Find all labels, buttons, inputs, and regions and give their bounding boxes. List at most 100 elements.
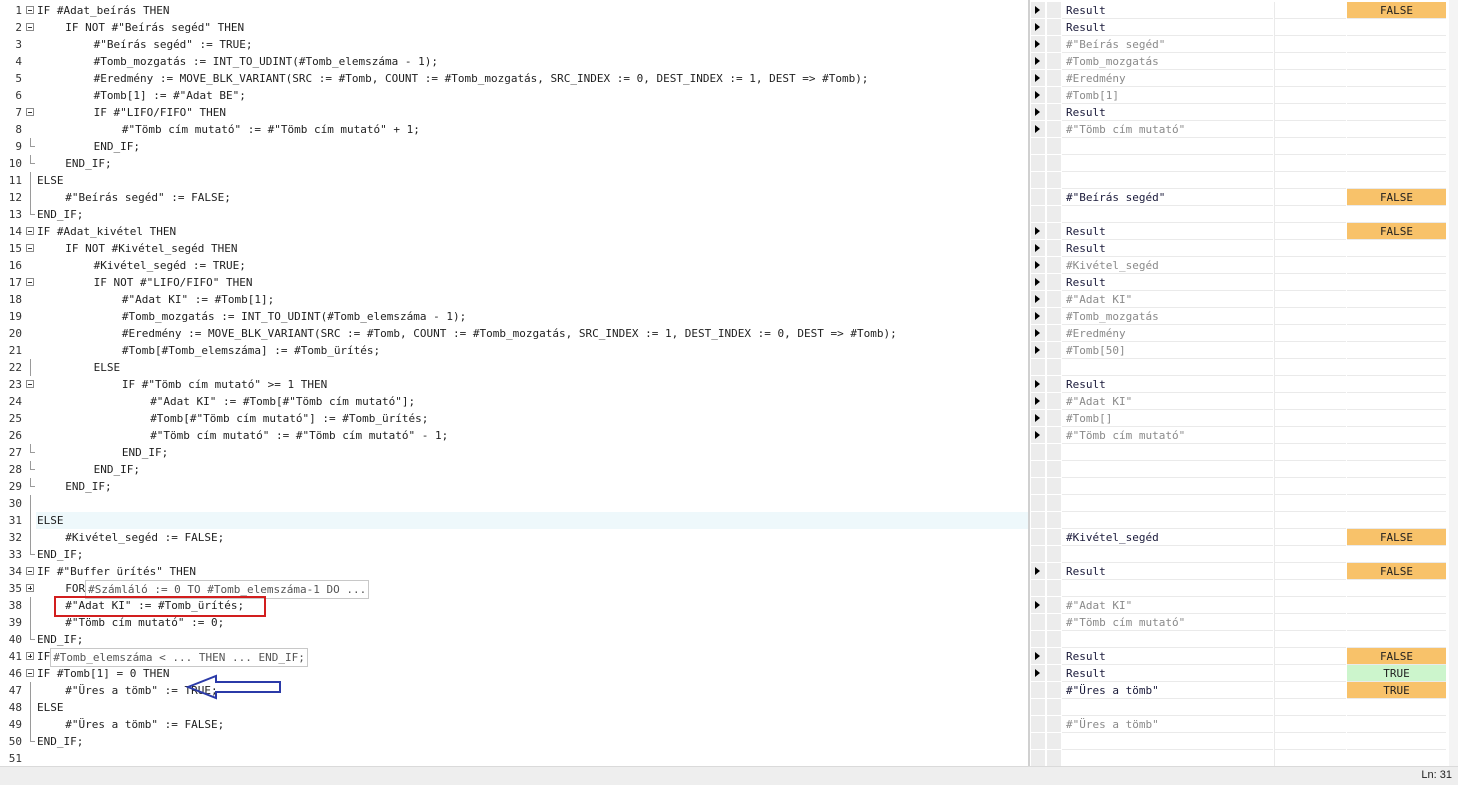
code-text[interactable]: IF #"Buffer ürítés" THEN: [37, 563, 196, 580]
code-text[interactable]: ELSE: [94, 359, 121, 376]
code-line[interactable]: 6 #Tomb[1] := #"Adat BE"; #Tomb[1]: [0, 87, 1458, 104]
code-line[interactable]: 7 IF #"LIFO/FIFO" THEN Result: [0, 104, 1458, 121]
code-line[interactable]: 51: [0, 750, 1458, 767]
collapse-icon[interactable]: [26, 278, 34, 286]
code-area[interactable]: #"Üres a tömb" := FALSE;: [36, 716, 1028, 733]
code-area[interactable]: IF #Tomb_elemszáma < ... THEN ... END_IF;: [36, 648, 1028, 667]
code-text[interactable]: IF #"Tömb cím mutató" >= 1 THEN: [122, 376, 327, 393]
code-text[interactable]: #"Adat KI" := #Tomb[1];: [122, 291, 274, 308]
code-area[interactable]: #Tomb_mozgatás := INT_TO_UDINT(#Tomb_ele…: [36, 53, 1028, 70]
code-text[interactable]: ELSE: [37, 172, 64, 189]
code-text[interactable]: #Eredmény := MOVE_BLK_VARIANT(SRC := #To…: [122, 325, 897, 342]
code-area[interactable]: IF NOT #"Beírás segéd" THEN: [36, 19, 1028, 36]
code-area[interactable]: #"Tömb cím mutató" := #"Tömb cím mutató"…: [36, 427, 1028, 444]
expand-arrow-icon[interactable]: [1031, 274, 1045, 291]
code-line[interactable]: 19 #Tomb_mozgatás := INT_TO_UDINT(#Tomb_e…: [0, 308, 1458, 325]
code-text[interactable]: IF: [37, 648, 50, 665]
code-line[interactable]: 35 FOR #Számláló := 0 TO #Tomb_elemszáma-1…: [0, 580, 1458, 599]
code-line[interactable]: 10 END_IF;: [0, 155, 1458, 172]
code-area[interactable]: END_IF;: [36, 206, 1028, 223]
code-line[interactable]: 16 #Kivétel_segéd := TRUE; #Kivétel_segéd: [0, 257, 1458, 274]
code-text[interactable]: END_IF;: [94, 461, 140, 478]
code-text[interactable]: #"Beírás segéd" := TRUE;: [94, 36, 253, 53]
code-line[interactable]: 14 IF #Adat_kivétel THEN Result FALSE: [0, 223, 1458, 240]
code-editor[interactable]: 1 IF #Adat_beírás THEN Result FALSE 2 IF NOT …: [0, 0, 1458, 767]
code-text[interactable]: IF NOT #Kivétel_segéd THEN: [65, 240, 237, 257]
expand-arrow-icon[interactable]: [1031, 325, 1045, 342]
expand-icon[interactable]: [26, 584, 34, 592]
code-line[interactable]: 30: [0, 495, 1458, 512]
code-line[interactable]: 24 #"Adat KI" := #Tomb[#"Tömb cím mutató"…: [0, 393, 1458, 410]
code-text[interactable]: ELSE: [37, 512, 64, 529]
code-line[interactable]: 41 IF #Tomb_elemszáma < ... THEN ... END_I…: [0, 648, 1458, 667]
code-text[interactable]: IF #Adat_kivétel THEN: [37, 223, 176, 240]
code-line[interactable]: 34 IF #"Buffer ürítés" THEN Result FALSE: [0, 563, 1458, 580]
code-text[interactable]: END_IF;: [37, 631, 83, 648]
code-area[interactable]: ELSE: [36, 699, 1028, 716]
code-area[interactable]: END_IF;: [36, 733, 1028, 750]
expand-arrow-icon[interactable]: [1031, 648, 1045, 665]
code-line[interactable]: 11 ELSE: [0, 172, 1458, 189]
code-area[interactable]: IF #Tomb[1] = 0 THEN: [36, 665, 1028, 682]
expand-arrow-icon[interactable]: [1031, 376, 1045, 393]
expand-arrow-icon[interactable]: [1031, 563, 1045, 580]
code-text[interactable]: #Eredmény := MOVE_BLK_VARIANT(SRC := #To…: [94, 70, 869, 87]
code-line[interactable]: 40 END_IF;: [0, 631, 1458, 648]
code-area[interactable]: END_IF;: [36, 461, 1028, 478]
code-area[interactable]: IF NOT #"LIFO/FIFO" THEN: [36, 274, 1028, 291]
code-line[interactable]: 17 IF NOT #"LIFO/FIFO" THEN Result: [0, 274, 1458, 291]
code-area[interactable]: #Tomb[1] := #"Adat BE";: [36, 87, 1028, 104]
expand-arrow-icon[interactable]: [1031, 257, 1045, 274]
code-text[interactable]: #"Adat KI" := #Tomb[#"Tömb cím mutató"];: [150, 393, 415, 410]
code-line[interactable]: 8 #"Tömb cím mutató" := #"Tömb cím mutató…: [0, 121, 1458, 138]
collapse-icon[interactable]: [26, 23, 34, 31]
code-line[interactable]: 3 #"Beírás segéd" := TRUE; #"Beírás segéd": [0, 36, 1458, 53]
code-line[interactable]: 29 END_IF;: [0, 478, 1458, 495]
expand-arrow-icon[interactable]: [1031, 393, 1045, 410]
code-area[interactable]: END_IF;: [36, 138, 1028, 155]
code-area[interactable]: IF #Adat_kivétel THEN: [36, 223, 1028, 240]
code-line[interactable]: 33 END_IF;: [0, 546, 1458, 563]
code-line[interactable]: 31 ELSE: [0, 512, 1458, 529]
code-text[interactable]: END_IF;: [94, 138, 140, 155]
code-area[interactable]: IF #"Tömb cím mutató" >= 1 THEN: [36, 376, 1028, 393]
code-text[interactable]: END_IF;: [37, 733, 83, 750]
expand-arrow-icon[interactable]: [1031, 240, 1045, 257]
watch-divider[interactable]: [1028, 0, 1030, 766]
code-area[interactable]: #Tomb[#Tomb_elemszáma] := #Tomb_ürítés;: [36, 342, 1028, 359]
code-line[interactable]: 26 #"Tömb cím mutató" := #"Tömb cím mutat…: [0, 427, 1458, 444]
expand-arrow-icon[interactable]: [1031, 223, 1045, 240]
code-text[interactable]: IF #"LIFO/FIFO" THEN: [94, 104, 226, 121]
code-line[interactable]: 15 IF NOT #Kivétel_segéd THEN Result: [0, 240, 1458, 257]
code-area[interactable]: END_IF;: [36, 155, 1028, 172]
code-text[interactable]: #Tomb[1] := #"Adat BE";: [94, 87, 246, 104]
collapse-icon[interactable]: [26, 669, 34, 677]
code-text[interactable]: END_IF;: [65, 155, 111, 172]
code-line[interactable]: 4 #Tomb_mozgatás := INT_TO_UDINT(#Tomb_el…: [0, 53, 1458, 70]
code-text[interactable]: #"Üres a tömb" := FALSE;: [65, 716, 224, 733]
collapse-icon[interactable]: [26, 244, 34, 252]
code-text[interactable]: #Tomb_mozgatás := INT_TO_UDINT(#Tomb_ele…: [122, 308, 466, 325]
expand-arrow-icon[interactable]: [1031, 19, 1045, 36]
code-area[interactable]: #"Beírás segéd" := TRUE;: [36, 36, 1028, 53]
code-text[interactable]: IF #Adat_beírás THEN: [37, 2, 169, 19]
code-text[interactable]: #Kivétel_segéd := FALSE;: [65, 529, 224, 546]
code-text[interactable]: IF NOT #"LIFO/FIFO" THEN: [94, 274, 253, 291]
code-area[interactable]: #Eredmény := MOVE_BLK_VARIANT(SRC := #To…: [36, 325, 1028, 342]
vertical-scrollbar[interactable]: [1449, 0, 1458, 766]
code-text[interactable]: END_IF;: [37, 546, 83, 563]
code-area[interactable]: END_IF;: [36, 631, 1028, 648]
code-area[interactable]: #Eredmény := MOVE_BLK_VARIANT(SRC := #To…: [36, 70, 1028, 87]
code-text[interactable]: ELSE: [37, 699, 64, 716]
collapse-icon[interactable]: [26, 567, 34, 575]
code-line[interactable]: 23 IF #"Tömb cím mutató" >= 1 THEN Result: [0, 376, 1458, 393]
code-line[interactable]: 18 #"Adat KI" := #Tomb[1]; #"Adat KI": [0, 291, 1458, 308]
code-text[interactable]: IF NOT #"Beírás segéd" THEN: [65, 19, 244, 36]
code-line[interactable]: 9 END_IF;: [0, 138, 1458, 155]
code-line[interactable]: 28 END_IF;: [0, 461, 1458, 478]
collapse-icon[interactable]: [26, 227, 34, 235]
expand-arrow-icon[interactable]: [1031, 342, 1045, 359]
code-line[interactable]: 2 IF NOT #"Beírás segéd" THEN Result: [0, 19, 1458, 36]
code-area[interactable]: #"Tömb cím mutató" := #"Tömb cím mutató"…: [36, 121, 1028, 138]
expand-arrow-icon[interactable]: [1031, 87, 1045, 104]
